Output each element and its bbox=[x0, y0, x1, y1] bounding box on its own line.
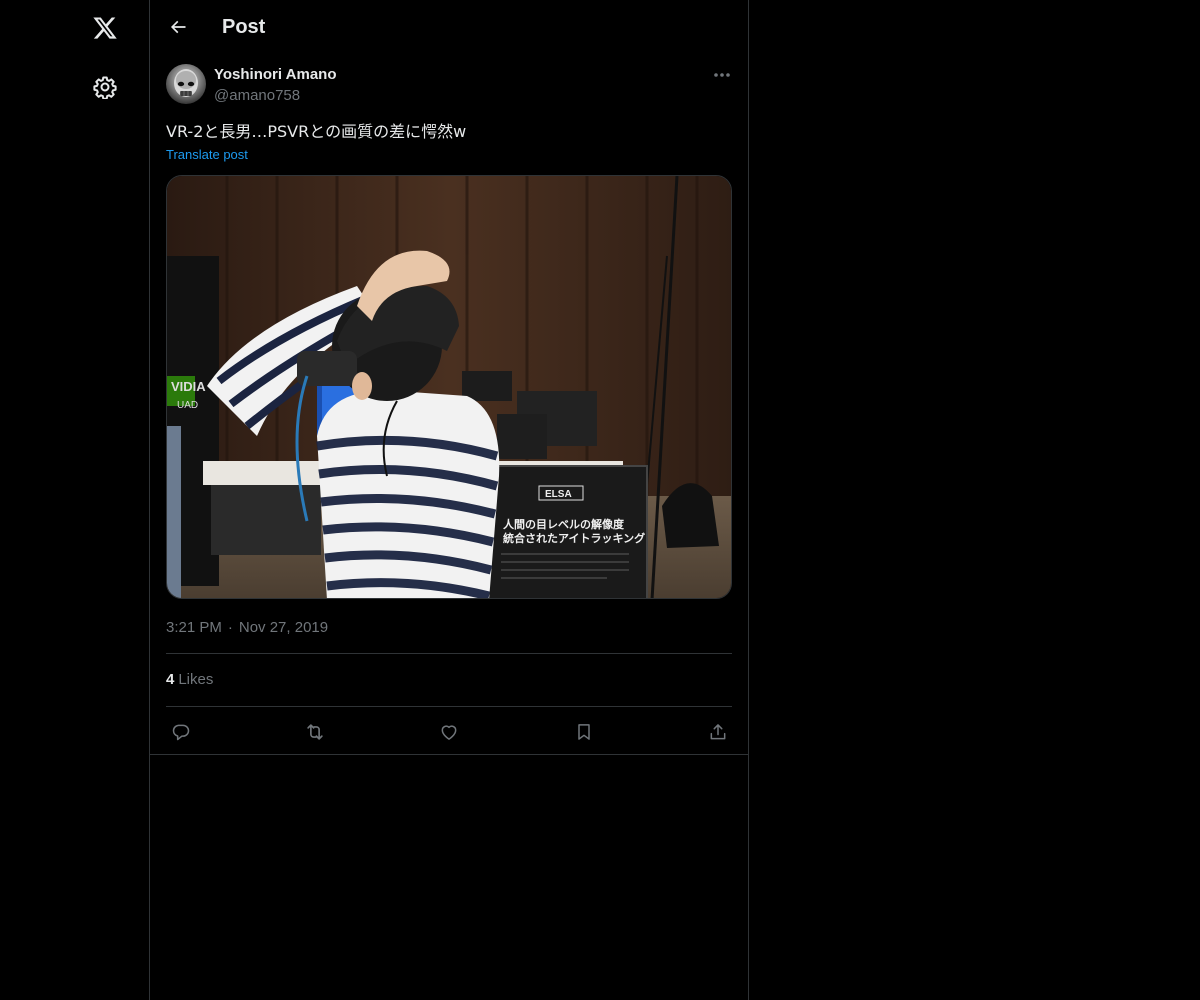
post-actions-bar bbox=[150, 707, 748, 754]
post-timestamp[interactable]: 3:21 PM · Nov 27, 2019 bbox=[166, 618, 328, 638]
more-horizontal-icon bbox=[713, 72, 731, 78]
likes-summary[interactable]: 4 Likes bbox=[166, 670, 213, 690]
post-date: Nov 27, 2019 bbox=[238, 619, 329, 636]
author-handle[interactable]: @amano758 bbox=[214, 86, 300, 106]
page-title: Post bbox=[222, 16, 266, 38]
sign-logo: ELSA bbox=[545, 489, 572, 500]
banner-text-2: UAD bbox=[177, 400, 198, 411]
avatar[interactable] bbox=[166, 64, 206, 104]
post-text: VR-2と長男…PSVRとの画質の差に愕然w bbox=[166, 122, 467, 141]
post-time: 3:21 PM bbox=[166, 619, 222, 636]
share-icon bbox=[708, 722, 728, 742]
post-image[interactable]: VIDIA UAD ELSA 人間の目レベルの解像度 統合されたアイトラッキング bbox=[166, 175, 732, 599]
repost-button[interactable] bbox=[300, 717, 330, 747]
divider bbox=[166, 653, 732, 654]
arrow-left-icon bbox=[168, 17, 188, 37]
banner-text: VIDIA bbox=[171, 379, 206, 394]
bookmark-icon bbox=[574, 722, 594, 742]
likes-count: 4 bbox=[166, 671, 175, 688]
like-button[interactable] bbox=[434, 717, 464, 747]
app-root: Post Yoshinori Amano @amano758 VR-2と長男…P… bbox=[0, 0, 1200, 1000]
author-name[interactable]: Yoshinori Amano bbox=[214, 65, 337, 85]
sign-line-1: 人間の目レベルの解像度 bbox=[503, 517, 625, 531]
heart-icon bbox=[439, 722, 459, 742]
likes-label: Likes bbox=[178, 671, 214, 688]
bookmark-button[interactable] bbox=[569, 717, 599, 747]
x-logo-icon[interactable] bbox=[80, 3, 130, 53]
translate-post-link[interactable]: Translate post bbox=[166, 146, 248, 164]
sign-line-2: 統合されたアイトラッキング bbox=[503, 531, 645, 545]
repost-icon bbox=[304, 721, 326, 743]
reply-button[interactable] bbox=[166, 717, 196, 747]
gear-icon[interactable] bbox=[80, 62, 130, 112]
left-nav bbox=[0, 0, 149, 1000]
date-separator: · bbox=[227, 619, 233, 636]
post: Yoshinori Amano @amano758 VR-2と長男…PSVRとの… bbox=[150, 53, 748, 755]
reply-icon bbox=[171, 722, 191, 742]
share-button[interactable] bbox=[703, 717, 733, 747]
more-options-button[interactable] bbox=[708, 65, 736, 85]
back-button[interactable] bbox=[161, 10, 195, 44]
page-header: Post bbox=[150, 0, 748, 53]
main-column: Post Yoshinori Amano @amano758 VR-2と長男…P… bbox=[149, 0, 749, 1000]
